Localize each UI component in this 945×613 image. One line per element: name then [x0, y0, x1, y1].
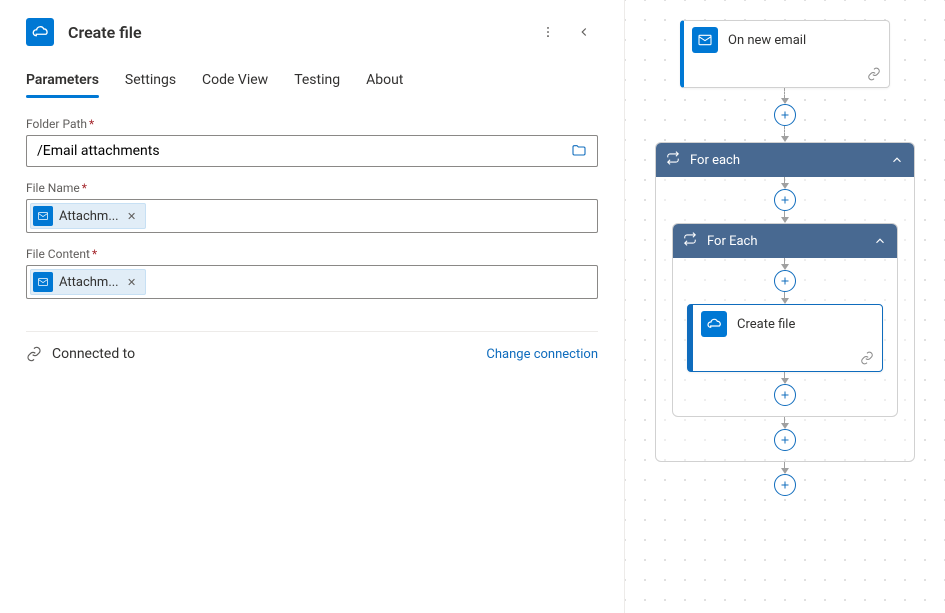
- for-each-inner-title: For Each: [707, 234, 758, 249]
- tab-code-view[interactable]: Code View: [202, 68, 268, 98]
- edge: [784, 88, 786, 104]
- for-each-outer-header[interactable]: For each: [656, 143, 914, 177]
- add-step-button[interactable]: [774, 189, 796, 211]
- folder-picker-button[interactable]: [567, 139, 591, 163]
- designer-canvas[interactable]: On new email For each: [625, 0, 945, 613]
- tab-parameters[interactable]: Parameters: [26, 68, 99, 98]
- for-each-inner[interactable]: For Each Create file: [672, 223, 898, 417]
- panel-header: Create file: [26, 18, 598, 46]
- connection-row: Connected to Change connection: [26, 346, 598, 362]
- file-name-label-text: File Name: [26, 181, 80, 195]
- onedrive-icon: [26, 18, 54, 46]
- edge: [784, 126, 786, 142]
- change-connection-link[interactable]: Change connection: [486, 347, 598, 362]
- outlook-icon: [33, 272, 53, 292]
- tab-settings[interactable]: Settings: [125, 68, 176, 98]
- add-step-button[interactable]: [774, 104, 796, 126]
- folder-path-input-wrap[interactable]: [26, 135, 598, 167]
- more-button[interactable]: [534, 18, 562, 46]
- file-content-label: File Content*: [26, 247, 598, 261]
- file-content-label-text: File Content: [26, 247, 90, 261]
- required-indicator: *: [92, 247, 97, 261]
- chevron-up-icon[interactable]: [873, 234, 887, 248]
- field-file-name: File Name* Attachm... ✕: [26, 181, 598, 233]
- connection-label: Connected to: [52, 346, 135, 362]
- connection-icon: [860, 351, 874, 365]
- for-each-inner-header[interactable]: For Each: [673, 224, 897, 258]
- edge: [784, 177, 786, 189]
- card-footer: [701, 351, 874, 365]
- edge: [784, 462, 786, 474]
- edge: [784, 211, 786, 223]
- edge: [784, 372, 786, 384]
- required-indicator: *: [89, 117, 94, 131]
- details-panel: Create file Parameters Settings Code Vie…: [0, 0, 625, 613]
- outlook-icon: [692, 27, 718, 53]
- connection-icon: [867, 67, 881, 81]
- file-content-input[interactable]: Attachm... ✕: [26, 265, 598, 299]
- outlook-icon: [33, 206, 53, 226]
- loop-icon: [666, 151, 680, 169]
- onedrive-icon: [701, 311, 727, 337]
- file-content-token[interactable]: Attachm... ✕: [30, 269, 146, 295]
- edge: [784, 258, 786, 270]
- flow-column: On new email For each: [655, 20, 915, 496]
- edge: [784, 292, 786, 304]
- folder-path-input[interactable]: [35, 136, 567, 166]
- remove-token-button[interactable]: ✕: [125, 209, 139, 223]
- add-step-button[interactable]: [774, 429, 796, 451]
- trigger-title: On new email: [728, 33, 881, 48]
- edge: [784, 417, 786, 429]
- tab-testing[interactable]: Testing: [294, 68, 340, 98]
- tab-bar: Parameters Settings Code View Testing Ab…: [26, 68, 598, 99]
- field-file-content: File Content* Attachm... ✕: [26, 247, 598, 299]
- folder-path-label: Folder Path*: [26, 117, 598, 131]
- file-name-token[interactable]: Attachm... ✕: [30, 203, 146, 229]
- add-step-button[interactable]: [774, 384, 796, 406]
- divider: [26, 331, 598, 332]
- add-step-button[interactable]: [774, 474, 796, 496]
- collapse-button[interactable]: [570, 18, 598, 46]
- remove-token-button[interactable]: ✕: [125, 275, 139, 289]
- tab-about[interactable]: About: [366, 68, 403, 98]
- loop-icon: [683, 232, 697, 250]
- connection-icon: [26, 346, 42, 362]
- panel-title: Create file: [68, 23, 142, 42]
- file-name-label: File Name*: [26, 181, 598, 195]
- field-folder-path: Folder Path*: [26, 117, 598, 167]
- trigger-card[interactable]: On new email: [680, 20, 890, 88]
- file-name-token-text: Attachm...: [59, 209, 119, 224]
- add-step-button[interactable]: [774, 270, 796, 292]
- file-content-token-text: Attachm...: [59, 275, 119, 290]
- create-file-title: Create file: [737, 317, 874, 332]
- card-footer: [692, 67, 881, 81]
- file-name-input[interactable]: Attachm... ✕: [26, 199, 598, 233]
- create-file-card[interactable]: Create file: [687, 304, 883, 372]
- chevron-up-icon[interactable]: [890, 153, 904, 167]
- for-each-outer[interactable]: For each For Each: [655, 142, 915, 462]
- for-each-outer-title: For each: [690, 153, 740, 168]
- folder-path-label-text: Folder Path: [26, 117, 87, 131]
- required-indicator: *: [82, 181, 87, 195]
